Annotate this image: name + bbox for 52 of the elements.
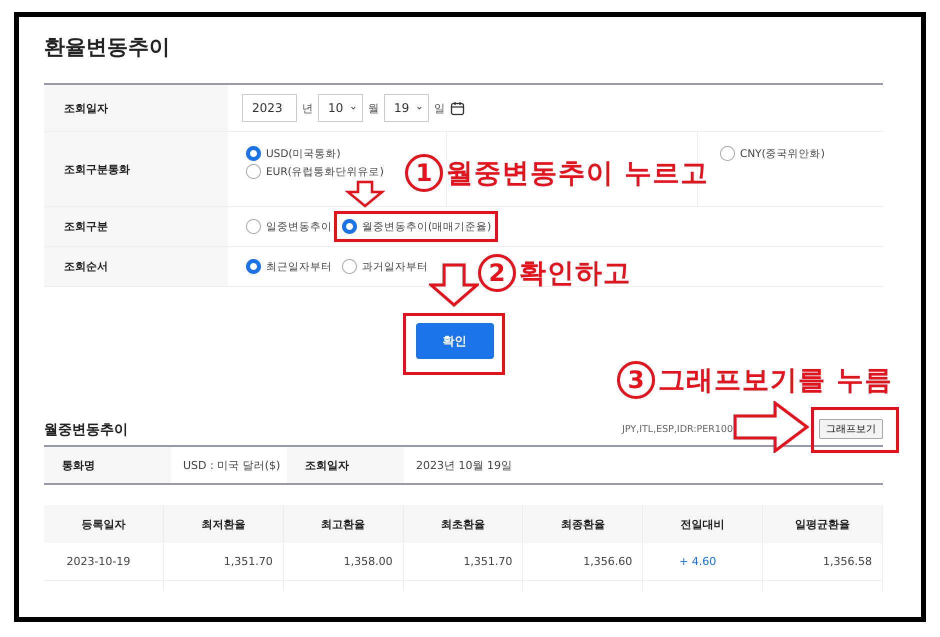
day-select[interactable]: 19 [384, 94, 429, 122]
right-arrow-icon [733, 401, 809, 453]
step-caption: 월중변동추이 누르고 [446, 157, 708, 191]
column-header: 최초환율 [404, 505, 524, 543]
step-number: 2 [478, 254, 516, 292]
year-unit: 년 [302, 100, 313, 116]
radio-option[interactable]: CNY(중국위안화) [720, 146, 825, 161]
chevron-down-icon [417, 105, 422, 111]
table-cell: 1,351.70 [164, 543, 284, 581]
year-select[interactable]: 2023 [242, 94, 297, 122]
column-header: 최종환율 [523, 505, 644, 543]
column-header: 일평균환율 [763, 505, 883, 543]
table-cell: 2023-10-19 [44, 543, 164, 581]
column-header: 최저환율 [164, 505, 284, 543]
table-cell: 1,356.58 [763, 543, 883, 581]
confirm-button[interactable]: 확인 [416, 323, 494, 359]
field-label: 조회일자 [44, 85, 228, 131]
step-caption: 확인하고 [519, 257, 631, 291]
column-header: 최고환율 [284, 505, 404, 543]
field-label: 조회순서 [44, 247, 228, 286]
graph-button[interactable]: 그래프보기 [819, 419, 883, 439]
radio-option[interactable]: 최근일자부터 [246, 259, 332, 274]
radio-option[interactable]: USD(미국통화) [246, 146, 341, 161]
table-cell: 1,351.70 [404, 543, 524, 581]
step-caption: 그래프보기를 누름 [658, 364, 892, 398]
info-value: USD : 미국 달러($) [182, 458, 282, 474]
step-number: 1 [405, 154, 443, 192]
table-cell: 1,356.60 [523, 543, 644, 581]
page-title: 환율변동추이 [44, 34, 171, 61]
column-header: 등록일자 [44, 505, 164, 543]
down-arrow-icon [345, 180, 385, 208]
month-unit: 월 [368, 100, 379, 116]
table-cell: + 4.60 [643, 543, 764, 581]
radio-option[interactable]: EUR(유럽통화단위유로) [246, 164, 384, 179]
info-value: 2023년 10월 19일 [415, 458, 513, 474]
field-label: 조회구분 [44, 207, 228, 246]
day-unit: 일 [434, 100, 445, 116]
table-cell: 1,358.00 [284, 543, 404, 581]
chevron-down-icon [351, 105, 356, 111]
radio-option[interactable]: 일중변동추이 [246, 219, 332, 234]
calendar-icon[interactable] [450, 100, 465, 116]
section-title: 월중변동추이 [44, 421, 128, 439]
month-select[interactable]: 10 [318, 94, 363, 122]
column-header: 전일대비 [643, 505, 764, 543]
field-label: 조회구분통화 [44, 132, 228, 206]
unit-note: JPY,ITL,ESP,IDR:PER100 [622, 424, 733, 434]
step-number: 3 [617, 361, 655, 399]
info-label: 통화명 [44, 447, 171, 483]
radio-option[interactable]: 월중변동추이(매매기준율) [342, 219, 492, 234]
info-label: 조회일자 [287, 447, 404, 483]
down-arrow-icon [429, 263, 479, 307]
radio-option[interactable]: 과거일자부터 [342, 259, 428, 274]
